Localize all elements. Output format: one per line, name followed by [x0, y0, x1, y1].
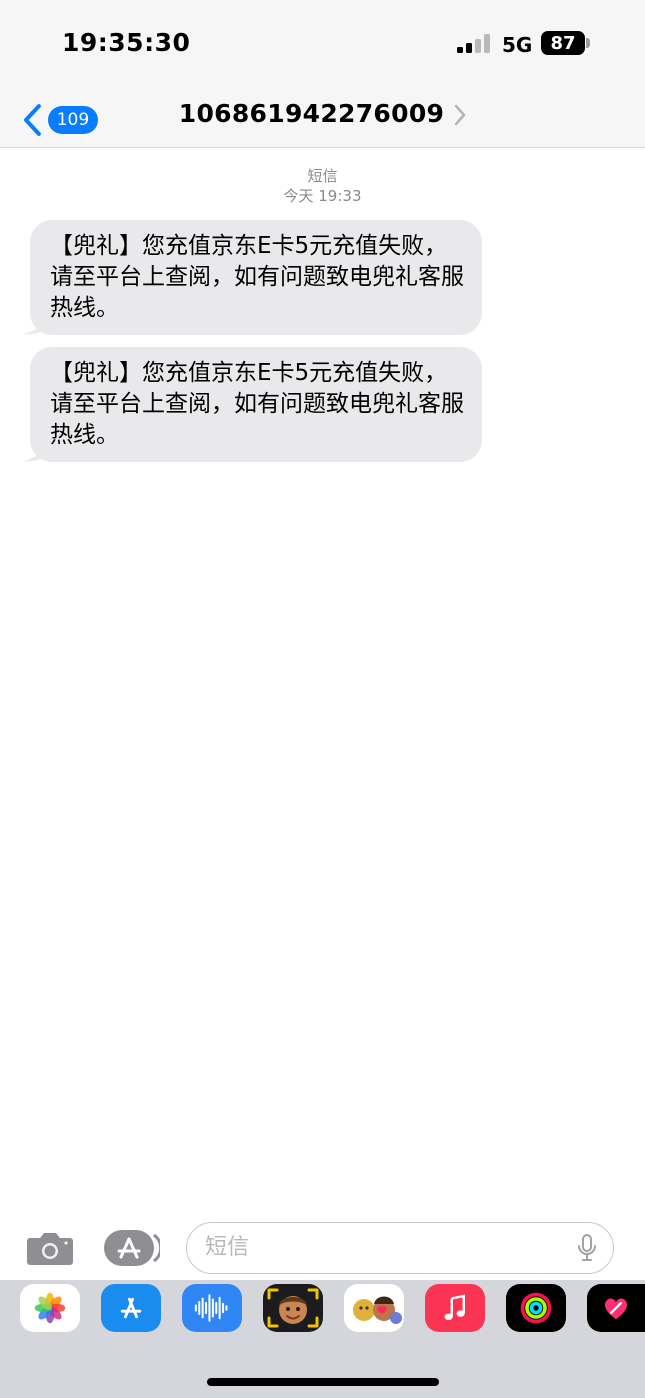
message-input[interactable]: [205, 1223, 565, 1272]
message-input-container: [186, 1222, 614, 1274]
music-icon[interactable]: [425, 1284, 485, 1332]
memoji-icon[interactable]: [263, 1284, 323, 1332]
message-bubble[interactable]: 【兜礼】您充值京东E卡5元充值失败，请至平台上查阅，如有问题致电兜礼客服热线。: [23, 220, 482, 335]
bubble-tail: [23, 440, 45, 462]
fitness-activity-icon[interactable]: [506, 1284, 566, 1332]
battery-cap: [586, 38, 590, 48]
music-note-icon: [444, 1294, 465, 1320]
app-store-button-icon[interactable]: [104, 1229, 160, 1267]
app-store-icon[interactable]: [101, 1284, 161, 1332]
battery-icon: 87: [541, 31, 585, 55]
service-label: 短信: [307, 167, 338, 185]
audio-message-icon[interactable]: [182, 1284, 242, 1332]
memoji-face-icon: [267, 1288, 319, 1328]
digital-touch-icon[interactable]: [587, 1284, 645, 1332]
sender-number: 106861942276009: [178, 99, 445, 128]
bubble-tail: [23, 313, 45, 335]
message-bubble[interactable]: 【兜礼】您充值京东E卡5元充值失败，请至平台上查阅，如有问题致电兜礼客服热线。: [23, 347, 482, 462]
waveform-icon: [194, 1294, 228, 1322]
microphone-icon[interactable]: [577, 1234, 597, 1262]
battery-level: 87: [550, 32, 576, 54]
network-type: 5G: [502, 33, 533, 57]
home-indicator[interactable]: [207, 1378, 439, 1386]
sticker-faces-icon: [353, 1296, 402, 1324]
status-time: 19:35:30: [62, 28, 191, 57]
message-text: 【兜礼】您充值京东E卡5元充值失败，请至平台上查阅，如有问题致电兜礼客服热线。: [50, 360, 464, 448]
message-text: 【兜礼】您充值京东E卡5元充值失败，请至平台上查阅，如有问题致电兜礼客服热线。: [50, 233, 464, 321]
cellular-signal-icon: [457, 33, 491, 53]
activity-rings-icon: [520, 1292, 552, 1324]
top-bar: 19:35:30 5G 87 109 106861942276009: [0, 0, 645, 148]
photos-flower-icon: [34, 1292, 66, 1324]
conversation-header: 短信 今天 19:33: [0, 166, 645, 206]
chevron-right-icon: [454, 104, 466, 125]
heart-touch-icon: [604, 1298, 628, 1320]
message-timestamp: 今天 19:33: [283, 187, 362, 205]
camera-icon[interactable]: [26, 1230, 74, 1266]
conversation-title[interactable]: 106861942276009: [0, 99, 645, 128]
photos-icon[interactable]: [20, 1284, 80, 1332]
animoji-stickers-icon[interactable]: [344, 1284, 404, 1332]
app-store-glyph-icon: [120, 1297, 142, 1319]
compose-bar: [0, 1218, 645, 1278]
